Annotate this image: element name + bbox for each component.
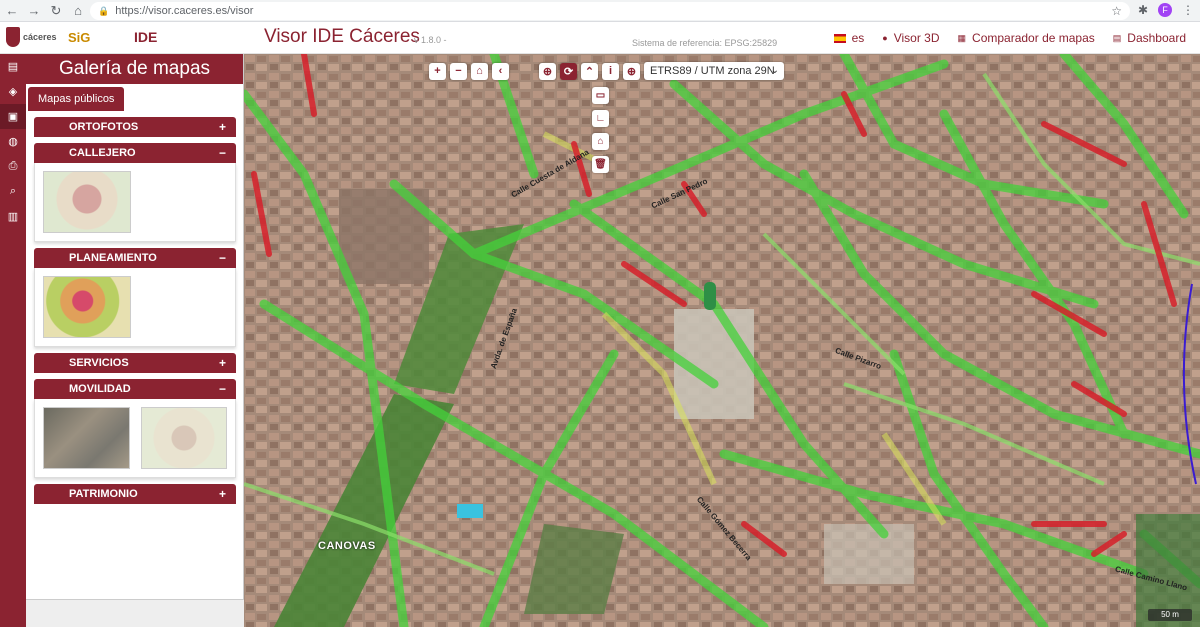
app-header: cáceres SiG IDE Visor IDE Cáceres v 1.8.… bbox=[0, 22, 1200, 54]
map-toolbar: + − ⌂ ‹ ⊕ ⟳ ⌃ i ⊕ ETRS89 / UTM zona 29N … bbox=[429, 62, 784, 80]
ide-logo[interactable]: IDE bbox=[134, 25, 174, 49]
tab-mapas-publicos[interactable]: Mapas públicos bbox=[28, 87, 125, 111]
bookmark-star-icon[interactable]: ☆ bbox=[1111, 4, 1122, 18]
address-bar[interactable]: 🔒 https://visor.caceres.es/visor ☆ bbox=[90, 2, 1130, 20]
visor-3d-link[interactable]: ● Visor 3D bbox=[882, 31, 939, 45]
section-movilidad: MOVILIDAD − bbox=[34, 379, 236, 478]
section-patrimonio: PATRIMONIO + bbox=[34, 484, 236, 504]
gallery-panel: Galería de mapas Mapas públicos ORTOFOTO… bbox=[26, 54, 244, 627]
app-title: Visor IDE Cáceres bbox=[264, 26, 420, 47]
globe-icon[interactable]: ◍ bbox=[0, 129, 26, 154]
collapse-icon[interactable]: − bbox=[219, 143, 226, 163]
browser-toolbar: ← → ↻ ⌂ 🔒 https://visor.caceres.es/visor… bbox=[0, 0, 1200, 22]
book-icon[interactable]: ▥ bbox=[0, 204, 26, 229]
url-text: https://visor.caceres.es/visor bbox=[115, 5, 254, 17]
map-icon[interactable]: ▤ bbox=[0, 54, 26, 79]
section-callejero: CALLEJERO − bbox=[34, 143, 236, 242]
home-extent-button[interactable]: ⌂ bbox=[471, 62, 488, 80]
section-header-callejero[interactable]: CALLEJERO − bbox=[34, 143, 236, 163]
eraser-button[interactable]: ⌂ bbox=[592, 133, 609, 150]
zoom-in-button[interactable]: + bbox=[429, 62, 446, 80]
dashboard-link[interactable]: ▤ Dashboard bbox=[1113, 31, 1186, 45]
gallery-icon[interactable]: ▣ bbox=[0, 104, 26, 129]
sig-logo[interactable]: SiG bbox=[68, 25, 128, 49]
reload-icon[interactable]: ↻ bbox=[46, 1, 66, 21]
back-arrow-icon[interactable]: ← bbox=[2, 1, 22, 21]
reference-system: Sistema de referencia: EPSG:25829 bbox=[632, 38, 778, 48]
caceres-shield-icon bbox=[6, 27, 20, 47]
zoom-box-button[interactable]: ⊕ bbox=[539, 62, 556, 80]
section-header-planeamiento[interactable]: PLANEAMIENTO − bbox=[34, 248, 236, 268]
collapse-tools-button[interactable]: ⌃ bbox=[581, 62, 598, 80]
section-ortofotos: ORTOFOTOS + bbox=[34, 117, 236, 137]
layers-icon[interactable]: ◈ bbox=[0, 79, 26, 104]
expand-icon[interactable]: + bbox=[219, 484, 226, 504]
trash-button[interactable]: 🗑 bbox=[592, 156, 609, 173]
map-canvas[interactable]: CANOVAS Calle Cuesta de Aldana Calle San… bbox=[244, 54, 1200, 627]
movilidad-map-thumbnail-1[interactable] bbox=[43, 407, 130, 469]
forward-arrow-icon[interactable]: → bbox=[24, 1, 44, 21]
info-button[interactable]: i bbox=[602, 62, 619, 80]
panel-footer bbox=[26, 599, 244, 627]
lock-icon: 🔒 bbox=[98, 5, 110, 16]
collapse-icon[interactable]: − bbox=[219, 379, 226, 399]
dashboard-icon: ▤ bbox=[1112, 32, 1122, 43]
srs-select[interactable]: ETRS89 / UTM zona 29N ⌄ bbox=[644, 62, 784, 80]
section-header-patrimonio[interactable]: PATRIMONIO + bbox=[34, 484, 236, 504]
back-button[interactable]: ‹ bbox=[492, 62, 509, 80]
spain-flag-icon bbox=[833, 33, 846, 43]
browser-menu-icon[interactable]: ⋮ bbox=[1182, 3, 1194, 17]
map-heat-layer bbox=[244, 54, 1200, 627]
app-version: v 1.8.0 - bbox=[414, 35, 447, 45]
draw-tools: ▭ ∟ ⌂ 🗑 bbox=[592, 87, 609, 173]
profile-avatar[interactable]: F bbox=[1158, 3, 1172, 17]
cube-icon: ● bbox=[882, 33, 888, 43]
tool-rail: ▤ ◈ ▣ ◍ ⎙ ⌕ ▥ bbox=[0, 54, 26, 627]
expand-icon[interactable]: + bbox=[219, 117, 226, 137]
collapse-icon[interactable]: − bbox=[219, 248, 226, 268]
section-planeamiento: PLANEAMIENTO − bbox=[34, 248, 236, 347]
caceres-logo[interactable]: cáceres bbox=[6, 25, 62, 49]
measure-area-button[interactable]: ∟ bbox=[592, 110, 609, 127]
measure-ruler-button[interactable]: ▭ bbox=[592, 87, 609, 104]
print-icon[interactable]: ⎙ bbox=[0, 154, 26, 179]
zoom-out-button[interactable]: − bbox=[450, 62, 467, 80]
search-icon[interactable]: ⌕ bbox=[0, 179, 26, 204]
refresh-button[interactable]: ⟳ bbox=[560, 62, 577, 80]
section-header-servicios[interactable]: SERVICIOS + bbox=[34, 353, 236, 373]
planeamiento-map-thumbnail[interactable] bbox=[43, 276, 131, 338]
extensions-icon[interactable]: ✱ bbox=[1138, 3, 1148, 17]
callejero-map-thumbnail[interactable] bbox=[43, 171, 131, 233]
movilidad-map-thumbnail-2[interactable] bbox=[140, 407, 227, 469]
section-servicios: SERVICIOS + bbox=[34, 353, 236, 373]
grid-icon: ▦ bbox=[957, 32, 967, 43]
home-icon[interactable]: ⌂ bbox=[68, 1, 88, 21]
scale-bar: 50 m bbox=[1148, 609, 1192, 621]
expand-icon[interactable]: + bbox=[219, 353, 226, 373]
language-selector[interactable]: es bbox=[833, 31, 864, 45]
section-header-movilidad[interactable]: MOVILIDAD − bbox=[34, 379, 236, 399]
globe-srs-icon[interactable]: ⊕ bbox=[623, 62, 640, 80]
chevron-down-icon: ⌄ bbox=[770, 65, 779, 76]
gallery-title: Galería de mapas bbox=[26, 54, 243, 84]
comparador-mapas-link[interactable]: ▦ Comparador de mapas bbox=[958, 31, 1095, 45]
section-header-ortofotos[interactable]: ORTOFOTOS + bbox=[34, 117, 236, 137]
district-label: CANOVAS bbox=[318, 540, 376, 552]
